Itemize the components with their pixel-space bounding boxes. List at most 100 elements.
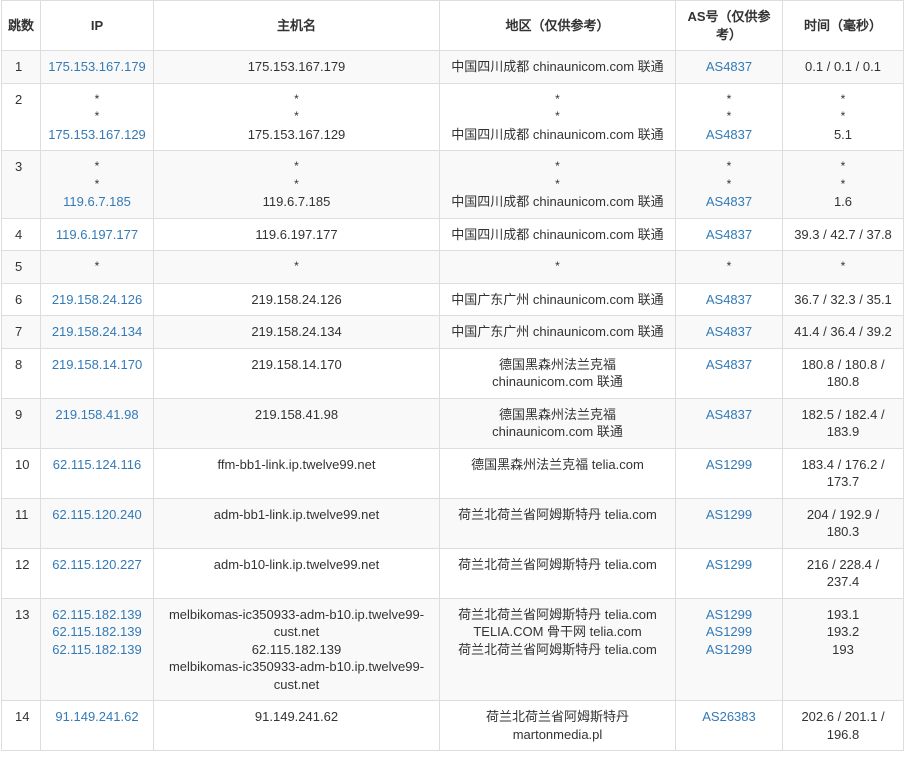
ip-link[interactable]: 62.115.182.139 (46, 641, 148, 659)
hostname-cell: 219.158.24.126 (153, 282, 440, 316)
timeout-marker: * (294, 109, 299, 123)
time-cell: 36.7 / 32.3 / 35.1 (782, 282, 904, 316)
timeout-marker: * (555, 176, 560, 191)
region-cell-text: 中国广东广州 chinaunicom.com 联通 (451, 291, 664, 307)
hostname-cell-text: 119.6.7.185 (262, 194, 331, 209)
as-cell: AS4837 (675, 50, 783, 84)
as-number-link[interactable]: AS1299 (681, 556, 777, 574)
as-number-link[interactable]: AS4837 (681, 406, 777, 424)
as-cell: AS4837 (675, 397, 783, 449)
as-cell: AS1299 AS1299 AS1299 (675, 597, 783, 701)
region-cell: 荷兰北荷兰省阿姆斯特丹 telia.com (439, 547, 676, 599)
region-cell-text: 德国黑森州法兰克福 (498, 406, 616, 422)
as-number-link[interactable]: AS1299 (681, 641, 777, 659)
time-cell: 41.4 / 36.4 / 39.2 (782, 315, 904, 349)
hostname-cell: 175.153.167.179 (153, 50, 440, 84)
ip-link[interactable]: 219.158.41.98 (46, 406, 148, 424)
hop-cell: 1 (1, 50, 41, 84)
as-cell: AS4837 (675, 282, 783, 316)
hostname-cell-text: melbikomas-ic350933-adm-b10.ip.twelve99- (168, 659, 425, 674)
as-number-link[interactable]: AS1299 (681, 623, 777, 641)
time-cell-text: 180.8 / 180.8 / (801, 356, 885, 372)
time-cell-text: 193 (832, 641, 854, 657)
hostname-cell-text: 119.6.197.177 (255, 226, 338, 242)
hostname-cell: 119.6.197.177 (153, 217, 440, 251)
as-cell: * * AS4837 (675, 150, 783, 219)
hostname-cell: adm-bb1-link.ip.twelve99.net (153, 497, 440, 549)
region-cell: 荷兰北荷兰省阿姆斯特丹 martonmedia.pl (439, 700, 676, 751)
ip-link[interactable]: 91.149.241.62 (46, 708, 148, 726)
ip-link[interactable]: 62.115.182.139 (46, 623, 148, 641)
region-cell-text: 荷兰北荷兰省阿姆斯特丹 telia.com (458, 506, 657, 522)
timeout-marker: * (94, 91, 100, 106)
region-cell-text: 中国广东广州 chinaunicom.com 联通 (451, 324, 664, 339)
ip-link[interactable]: 62.115.120.227 (46, 556, 148, 574)
ip-link[interactable]: 62.115.182.139 (46, 606, 148, 624)
as-cell: * (675, 250, 783, 284)
timeout-marker: * (840, 259, 846, 273)
ip-cell: 219.158.24.134 (40, 315, 154, 349)
ip-link[interactable]: 175.153.167.179 (46, 58, 148, 76)
as-number-link[interactable]: AS4837 (681, 58, 777, 76)
ip-link[interactable]: 219.158.14.170 (46, 356, 148, 374)
hostname-cell: 219.158.41.98 (153, 397, 440, 449)
ip-cell: * (40, 250, 154, 284)
as-number-link[interactable]: AS26383 (681, 708, 777, 726)
region-cell-text: 荷兰北荷兰省阿姆斯特丹 telia.com (458, 556, 657, 572)
hostname-cell: 91.149.241.62 (153, 700, 440, 751)
timeout-marker: * (94, 109, 100, 123)
as-number-link[interactable]: AS4837 (681, 126, 777, 144)
time-cell: * (782, 250, 904, 284)
as-number-link[interactable]: AS4837 (681, 226, 777, 244)
as-number-link[interactable]: AS4837 (681, 323, 777, 341)
ip-cell: 62.115.120.227 (40, 547, 154, 599)
as-number-link[interactable]: AS1299 (681, 456, 777, 474)
time-cell-text: 180.3 (826, 524, 860, 539)
hostname-cell-text: 219.158.24.126 (251, 291, 342, 307)
time-cell-text: 1.6 (833, 194, 853, 209)
timeout-marker: * (555, 159, 560, 173)
as-cell: AS1299 (675, 547, 783, 599)
column-header-time: 时间（毫秒） (782, 0, 904, 51)
time-cell-text: 216 / 228.4 / (806, 556, 880, 572)
ip-link[interactable]: 119.6.7.185 (46, 193, 148, 211)
timeout-marker: * (726, 176, 732, 191)
hostname-cell: 219.158.14.170 (153, 347, 440, 399)
hostname-cell: adm-b10-link.ip.twelve99.net (153, 547, 440, 599)
timeout-marker: * (840, 91, 846, 106)
as-number-link[interactable]: AS1299 (681, 506, 777, 524)
time-cell: 182.5 / 182.4 / 183.9 (782, 397, 904, 449)
hostname-cell-text: adm-bb1-link.ip.twelve99.net (213, 506, 380, 522)
as-number-link[interactable]: AS4837 (681, 291, 777, 309)
column-header-as: AS号（仅供参考） (675, 0, 783, 51)
ip-link[interactable]: 119.6.197.177 (46, 226, 148, 244)
table-row: 13 62.115.182.139 62.115.182.139 62.115.182… (1, 597, 904, 701)
region-cell-text: 荷兰北荷兰省阿姆斯特丹 telia.com (458, 641, 657, 657)
ip-link[interactable]: 219.158.24.126 (46, 291, 148, 309)
ip-cell: 219.158.41.98 (40, 397, 154, 449)
ip-link[interactable]: 62.115.120.240 (46, 506, 148, 524)
time-cell: 216 / 228.4 / 237.4 (782, 547, 904, 599)
region-cell: 德国黑森州法兰克福 chinaunicom.com 联通 (439, 397, 676, 449)
region-cell: 中国四川成都 chinaunicom.com 联通 (439, 217, 676, 251)
ip-link[interactable]: 175.153.167.129 (46, 126, 148, 144)
time-cell-text: 180.8 (826, 374, 860, 389)
ip-link[interactable]: 219.158.24.134 (46, 323, 148, 341)
timeout-marker: * (294, 159, 299, 173)
region-cell-text: chinaunicom.com 联通 (492, 424, 623, 439)
ip-link[interactable]: 62.115.124.116 (46, 456, 148, 474)
table-row: 5 * * * * * (1, 250, 904, 284)
hop-cell: 5 (1, 250, 41, 284)
traceroute-table: 跳数 IP 主机名 地区（仅供参考） AS号（仅供参考） 时间（毫秒） 1 175… (1, 0, 904, 751)
table-row: 2 * * 175.153.167.129 * * 175.153.167.129 * * 中国四… (1, 82, 904, 151)
hostname-cell-text: cust.net (273, 624, 320, 639)
region-cell: 荷兰北荷兰省阿姆斯特丹 telia.com (439, 497, 676, 549)
as-number-link[interactable]: AS4837 (681, 193, 777, 211)
time-cell-text: 237.4 (826, 574, 860, 589)
time-cell-text: 173.7 (826, 474, 860, 489)
region-cell-text: chinaunicom.com 联通 (492, 374, 623, 389)
ip-cell: 62.115.124.116 (40, 447, 154, 499)
as-number-link[interactable]: AS1299 (681, 606, 777, 624)
as-number-link[interactable]: AS4837 (681, 356, 777, 374)
hop-cell: 13 (1, 597, 41, 701)
